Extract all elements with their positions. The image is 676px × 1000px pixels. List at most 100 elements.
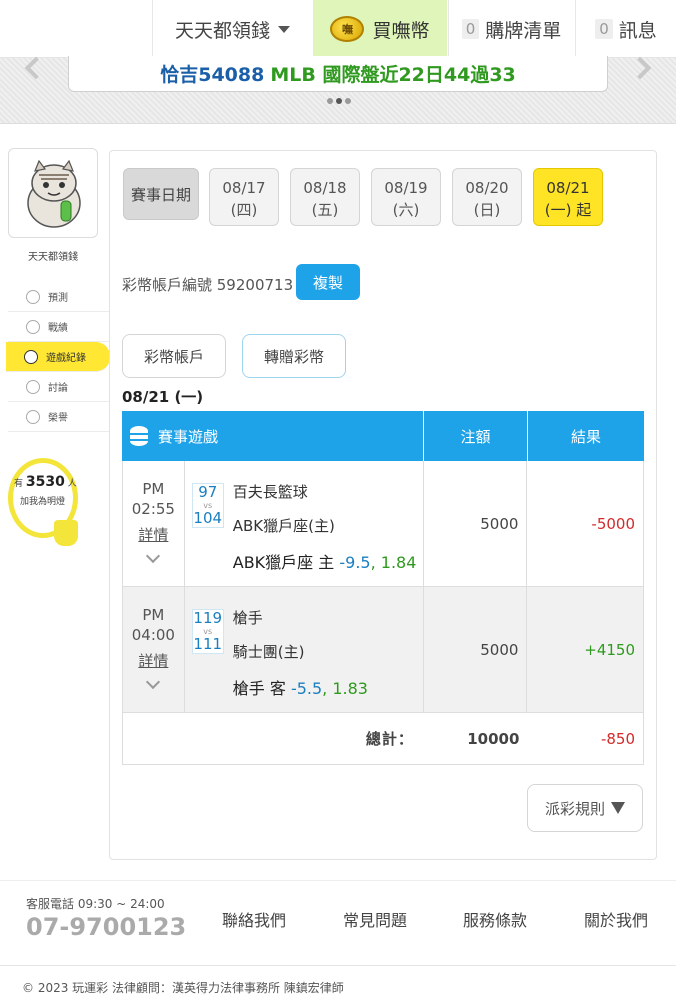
chevron-down-icon[interactable] <box>145 548 161 564</box>
game-info: 97 vs 104 百夫長籃球 ABK獵戶座(主) ABK獵戶座 主 -9.5,… <box>185 461 424 586</box>
header-game: 賽事遊戲 <box>122 411 424 461</box>
database-icon <box>130 426 148 446</box>
banner-headline[interactable]: 恰吉54088 MLB 國際盤近22日44過33 <box>68 56 608 92</box>
chevron-left-icon[interactable] <box>24 56 48 80</box>
day-title: 08/21 (一) <box>122 388 204 406</box>
team-home: ABK獵戶座(主) <box>232 517 335 535</box>
bet-pick: 槍手 客 -5.5, 1.83 <box>232 679 368 698</box>
time-value: 04:00 <box>131 626 175 644</box>
follower-count: 有 3530 人 <box>14 474 94 490</box>
banner-text-author: 恰吉54088 <box>160 64 265 86</box>
team-away: 槍手 <box>232 609 263 627</box>
footer-link-faq[interactable]: 常見問題 <box>343 907 407 931</box>
carousel-dot[interactable] <box>345 98 351 104</box>
chevron-down-icon[interactable] <box>145 674 161 690</box>
lightbulb-base <box>54 520 78 546</box>
buy-coins-label: 買嘸幣 <box>372 19 430 42</box>
sidebar-item-label: 討論 <box>48 383 68 394</box>
messages-button[interactable]: 0 訊息 <box>575 0 676 58</box>
coin-icon: 嘸 <box>330 16 365 42</box>
carousel-dot[interactable] <box>327 98 333 104</box>
date-button[interactable]: 08/19 (六) <box>371 168 441 226</box>
chevron-right-icon[interactable] <box>628 56 652 80</box>
game-table: 賽事遊戲 注額 結果 PM 02:55 詳情 97 vs 104 百夫長籃球 A… <box>122 411 644 765</box>
banner-text-record: MLB 國際盤近22日44過33 <box>270 64 516 86</box>
target-icon <box>26 289 40 304</box>
copy-button[interactable]: 複製 <box>296 264 360 300</box>
payout-rules-button[interactable]: 派彩規則 <box>527 784 643 832</box>
sidebar-item-label: 榮譽 <box>48 413 68 424</box>
table-row: PM 04:00 詳情 119 vs 111 槍手 騎士團(主) 槍手 客 -5… <box>122 587 644 713</box>
date-button[interactable]: 08/20 (日) <box>452 168 522 226</box>
carousel-dot[interactable] <box>336 98 342 104</box>
footer-link-terms[interactable]: 服務條款 <box>463 907 527 931</box>
account-number: 彩幣帳戶編號 59200713 <box>122 276 294 294</box>
table-total-row: 總計： 10000 -850 <box>122 713 644 765</box>
sidebar-menu: 預測 戰績 遊戲紀錄 討論 榮譽 <box>6 282 110 432</box>
score-away: 119 <box>193 609 223 627</box>
date-button-selected[interactable]: 08/21 (一) 起 <box>533 168 603 226</box>
follower-suffix: 人 <box>67 479 77 489</box>
total-result: -850 <box>600 729 635 748</box>
sidebar-item-label: 預測 <box>48 293 68 304</box>
detail-link[interactable]: 詳情 <box>123 525 184 545</box>
footer-link-about[interactable]: 關於我們 <box>584 907 648 931</box>
sidebar-item-predict[interactable]: 預測 <box>8 282 110 312</box>
carousel-dots <box>327 98 351 104</box>
score-home: 104 <box>193 509 223 527</box>
detail-link[interactable]: 詳情 <box>123 651 184 671</box>
date-weekday: (一) 起 <box>544 201 592 219</box>
bet-team: ABK獵戶座 主 <box>232 553 335 572</box>
sidebar-item-label: 戰績 <box>48 323 68 334</box>
footer-link-contact[interactable]: 聯絡我們 <box>222 907 286 931</box>
follow-caption[interactable]: 加我為明燈 <box>20 494 65 507</box>
date-weekday: (六) <box>392 201 420 219</box>
user-menu[interactable]: 天天都領錢 <box>152 0 312 58</box>
team-home: 騎士團(主) <box>232 643 305 661</box>
team-away: 百夫長籃球 <box>232 483 308 501</box>
header-game-label: 賽事遊戲 <box>158 427 219 446</box>
sidebar-item-honor[interactable]: 榮譽 <box>8 402 110 432</box>
payout-rules-label: 派彩規則 <box>544 799 605 818</box>
customer-service-phone[interactable]: 07-9700123 <box>26 913 186 941</box>
total-label: 總計： <box>365 730 414 748</box>
chart-icon <box>26 319 40 334</box>
tab-gift-coins[interactable]: 轉贈彩幣 <box>242 334 346 378</box>
date-button[interactable]: 08/17 (四) <box>209 168 279 226</box>
table-header: 賽事遊戲 注額 結果 <box>122 411 644 461</box>
buy-coins-button[interactable]: 嘸 買嘸幣 <box>313 0 447 58</box>
table-row: PM 02:55 詳情 97 vs 104 百夫長籃球 ABK獵戶座(主) AB… <box>122 461 644 587</box>
messages-count: 0 <box>595 19 613 39</box>
date-value: 08/17 <box>222 179 266 197</box>
sidebar-item-record[interactable]: 戰績 <box>8 312 110 342</box>
cart-count: 0 <box>461 19 480 39</box>
bet-result: -5000 <box>591 515 635 533</box>
time-ampm: PM <box>142 606 165 624</box>
game-time: PM 02:55 詳情 <box>123 461 185 586</box>
total-amount: 10000 <box>467 729 520 748</box>
avatar-card[interactable] <box>8 148 98 238</box>
triangle-down-icon <box>611 802 625 814</box>
date-value: 08/18 <box>303 179 347 197</box>
cart-button[interactable]: 0 購牌清單 <box>448 0 574 58</box>
bet-odds: 1.83 <box>332 679 368 698</box>
sidebar-item-game-history[interactable]: 遊戲紀錄 <box>6 342 110 372</box>
date-weekday: (四) <box>230 201 258 219</box>
tab-coin-account[interactable]: 彩幣帳戶 <box>122 334 226 378</box>
bet-result: +4150 <box>584 641 635 659</box>
avatar <box>27 159 81 228</box>
caret-down-icon <box>278 25 290 33</box>
date-weekday: (日) <box>473 201 501 219</box>
date-value: 08/21 <box>546 179 590 197</box>
messages-label: 訊息 <box>618 19 657 42</box>
sidebar-item-discussion[interactable]: 討論 <box>8 372 110 402</box>
follower-number: 3530 <box>25 474 65 490</box>
user-menu-label: 天天都領錢 <box>174 19 270 42</box>
date-weekday: (五) <box>311 201 339 219</box>
time-value: 02:55 <box>131 500 175 518</box>
bet-amount: 5000 <box>424 587 528 712</box>
score-home: 111 <box>193 635 223 653</box>
date-button[interactable]: 08/18 (五) <box>290 168 360 226</box>
bet-team: 槍手 客 <box>232 679 286 698</box>
score-box: 97 vs 104 <box>191 483 224 528</box>
